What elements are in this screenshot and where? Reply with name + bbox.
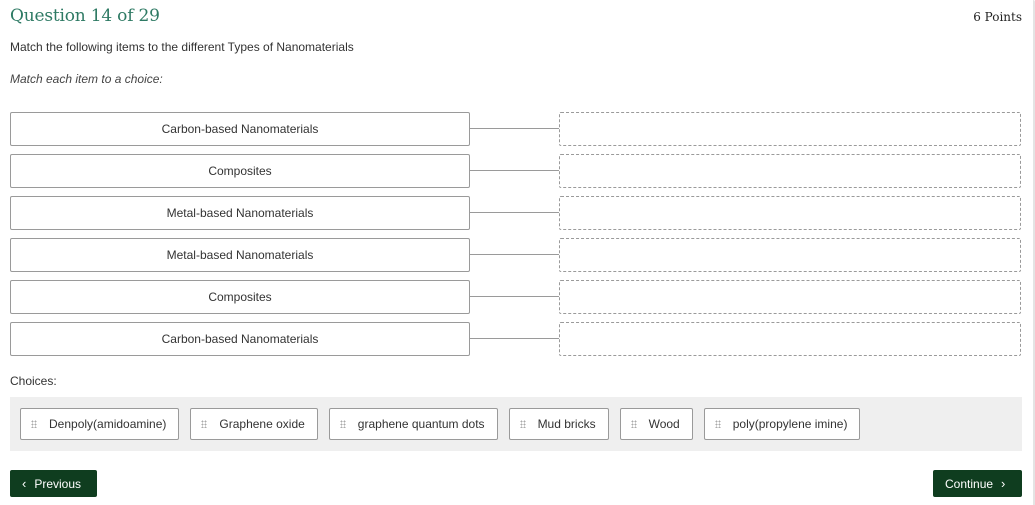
drag-grip-icon <box>630 420 637 428</box>
choice-chip[interactable]: Wood <box>619 408 693 440</box>
previous-label: Previous <box>34 476 82 491</box>
connector-line <box>470 296 559 297</box>
match-row: Carbon-based Nanomaterials <box>10 322 1022 356</box>
continue-button[interactable]: Continue › <box>933 470 1022 497</box>
match-item: Metal-based Nanomaterials <box>10 238 470 272</box>
choice-chip[interactable]: Mud bricks <box>508 408 609 440</box>
drag-grip-icon <box>339 420 346 428</box>
drop-zone[interactable] <box>559 196 1021 230</box>
chevron-left-icon: ‹ <box>22 476 27 491</box>
question-instruction: Match each item to a choice: <box>10 72 163 86</box>
choice-chip[interactable]: Denpoly(amidoamine) <box>20 408 180 440</box>
match-item: Metal-based Nanomaterials <box>10 196 470 230</box>
points-label: 6 Points <box>973 10 1022 24</box>
match-item: Carbon-based Nanomaterials <box>10 322 470 356</box>
connector-line <box>470 212 559 213</box>
connector-line <box>470 338 559 339</box>
question-title: Question 14 of 29 <box>10 6 160 26</box>
chevron-right-icon: › <box>1001 476 1006 491</box>
match-row: Composites <box>10 154 1022 188</box>
match-item: Carbon-based Nanomaterials <box>10 112 470 146</box>
drag-grip-icon <box>201 420 208 428</box>
choice-label: poly(propylene imine) <box>732 417 848 431</box>
match-row: Carbon-based Nanomaterials <box>10 112 1022 146</box>
connector-line <box>470 254 559 255</box>
drop-zone[interactable] <box>559 238 1021 272</box>
match-item: Composites <box>10 154 470 188</box>
connector-line <box>470 128 559 129</box>
match-row: Metal-based Nanomaterials <box>10 196 1022 230</box>
drop-zone[interactable] <box>559 112 1021 146</box>
previous-button[interactable]: ‹ Previous <box>10 470 97 497</box>
drag-grip-icon <box>714 420 721 428</box>
connector-line <box>470 170 559 171</box>
drop-zone[interactable] <box>559 280 1021 314</box>
choices-bank: Denpoly(amidoamine) Graphene oxide graph… <box>10 397 1022 451</box>
question-prompt: Match the following items to the differe… <box>10 40 354 54</box>
drop-zone[interactable] <box>559 154 1021 188</box>
choice-label: graphene quantum dots <box>357 417 485 431</box>
choice-label: Mud bricks <box>537 417 596 431</box>
choice-label: Graphene oxide <box>219 417 305 431</box>
choice-chip[interactable]: Graphene oxide <box>190 408 318 440</box>
match-row: Composites <box>10 280 1022 314</box>
drag-grip-icon <box>31 420 37 428</box>
drag-grip-icon <box>519 420 526 428</box>
choice-label: Wood <box>648 417 680 431</box>
match-item: Composites <box>10 280 470 314</box>
choice-label: Denpoly(amidoamine) <box>49 417 167 431</box>
match-row: Metal-based Nanomaterials <box>10 238 1022 272</box>
choices-label: Choices: <box>10 374 57 388</box>
continue-label: Continue <box>945 476 994 491</box>
drop-zone[interactable] <box>559 322 1021 356</box>
choice-chip[interactable]: poly(propylene imine) <box>703 408 861 440</box>
match-rows: Carbon-based Nanomaterials Composites Me… <box>10 112 1022 364</box>
choice-chip[interactable]: graphene quantum dots <box>328 408 498 440</box>
